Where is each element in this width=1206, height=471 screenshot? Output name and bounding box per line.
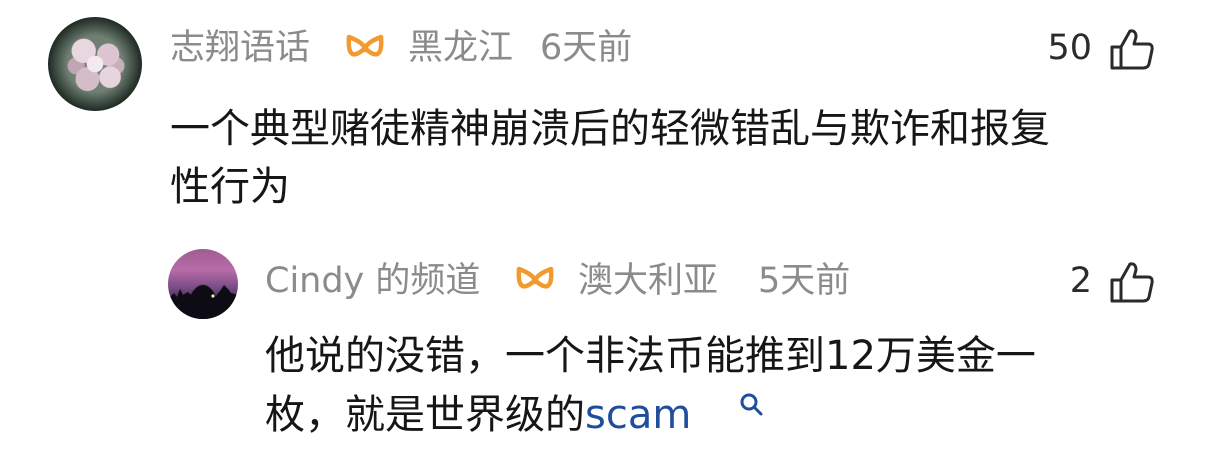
comment-location: 澳大利亚 [578, 261, 719, 301]
comment-text: 枚，就是世界级的 [265, 392, 585, 438]
avatar-image [168, 285, 238, 319]
thumbs-up-icon[interactable] [1108, 260, 1156, 304]
comment-text-line: 性行为 [170, 164, 290, 210]
like-count: 2 [1069, 261, 1092, 301]
comment-text-line: 枚，就是世界级的scam [265, 392, 691, 438]
avatar[interactable] [168, 249, 238, 319]
vip-badge-icon [346, 34, 384, 57]
comment-time: 5天前 [758, 261, 851, 301]
comment-username[interactable]: Cindy 的频道 [265, 261, 480, 301]
search-link[interactable]: scam [585, 392, 691, 438]
avatar[interactable] [48, 17, 142, 111]
vip-badge-icon [516, 266, 554, 289]
comment-text-line: 他说的没错，一个非法币能推到12万美金一 [265, 333, 1036, 379]
search-icon[interactable] [739, 392, 765, 418]
comment-username[interactable]: 志翔语话 [170, 28, 310, 68]
like-count: 50 [1047, 28, 1092, 68]
comment-location: 黑龙江 [408, 28, 514, 68]
thumbs-up-icon[interactable] [1108, 27, 1156, 71]
comment-text-line: 一个典型赌徒精神崩溃后的轻微错乱与欺诈和报复 [170, 106, 1050, 152]
comment-time: 6天前 [540, 28, 633, 68]
